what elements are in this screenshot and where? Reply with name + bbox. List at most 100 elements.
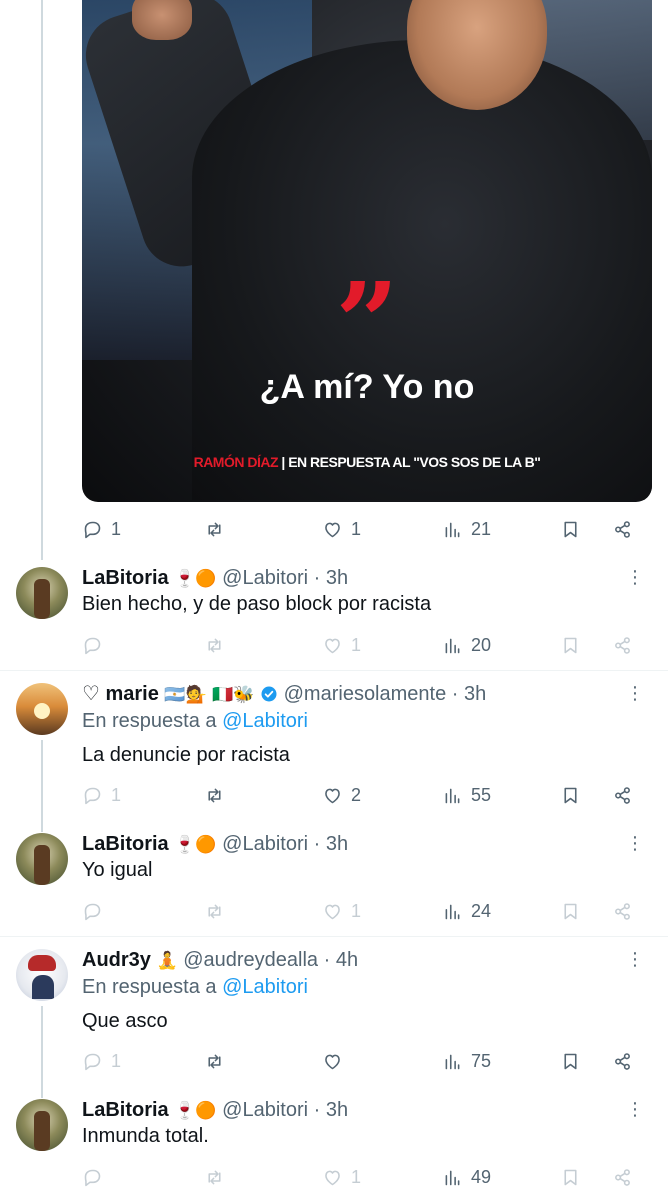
more-options-icon[interactable]: ⋮ [626, 949, 644, 969]
share-button[interactable] [612, 897, 633, 925]
tweet-time[interactable]: 3h [326, 1099, 348, 1121]
tweet-time[interactable]: 3h [326, 567, 348, 589]
display-name[interactable]: LaBitoria [82, 833, 169, 855]
reply-button[interactable] [82, 897, 111, 925]
replying-to: En respuesta a @Labitori [82, 710, 308, 733]
display-name[interactable]: LaBitoria [82, 1099, 169, 1121]
share-button[interactable] [612, 631, 633, 659]
views-button[interactable]: 24 [442, 897, 491, 925]
like-button[interactable]: 1 [322, 897, 361, 925]
heart-icon [325, 1054, 340, 1069]
avatar[interactable] [16, 949, 68, 1001]
views-icon [445, 788, 460, 803]
retweet-icon [208, 638, 221, 652]
tweet-time[interactable]: 3h [464, 683, 486, 705]
avatar-figure [34, 579, 50, 619]
share-icon [615, 636, 630, 654]
share-button[interactable] [612, 1163, 633, 1191]
reply-button[interactable] [82, 631, 111, 659]
more-options-icon[interactable]: ⋮ [626, 833, 644, 853]
share-button[interactable] [612, 781, 633, 809]
reply-button[interactable]: 1 [82, 1047, 121, 1075]
views-button[interactable]: 75 [442, 1047, 491, 1075]
retweet-button[interactable] [204, 515, 233, 543]
share-button[interactable] [612, 1047, 633, 1075]
name-emoji: 🧘 [156, 951, 178, 971]
replying-to-handle[interactable]: @Labitori [222, 976, 308, 998]
bookmark-button[interactable] [560, 631, 581, 659]
retweet-button[interactable] [204, 781, 233, 809]
tweet-actions: 1 2 55 [82, 781, 652, 809]
more-options-icon[interactable]: ⋮ [626, 683, 644, 703]
tweet-time[interactable]: 4h [336, 949, 358, 971]
views-count: 24 [471, 900, 492, 921]
separator-dot: · [308, 833, 326, 855]
reply-count: 1 [111, 1050, 122, 1071]
reply-button[interactable]: 1 [82, 515, 121, 543]
views-button[interactable]: 20 [442, 631, 491, 659]
avatar[interactable] [16, 833, 68, 885]
tweet-divider [0, 936, 668, 937]
like-button[interactable]: 1 [322, 515, 361, 543]
tweet-actions: 1 20 [82, 631, 652, 659]
views-button[interactable]: 49 [442, 1163, 491, 1191]
retweet-button[interactable] [204, 897, 233, 925]
user-handle[interactable]: @audreydealla [183, 949, 318, 971]
tweet-header: ♡ marie 🇦🇷💁 🇮🇹🐝 @mariesolamente · 3h [82, 681, 628, 707]
retweet-button[interactable] [204, 631, 233, 659]
views-button[interactable]: 55 [442, 781, 491, 809]
user-handle[interactable]: @mariesolamente [284, 683, 447, 705]
reply-count: 1 [111, 518, 122, 539]
separator-dot: · [308, 567, 326, 589]
avatar-sun [34, 703, 50, 719]
tweet-media-image[interactable]: ” ¿A mí? Yo no RAMÓN DÍAZ | EN RESPUESTA… [82, 0, 652, 502]
share-icon [615, 786, 630, 804]
retweet-icon [208, 1170, 221, 1184]
bookmark-icon [564, 1169, 577, 1185]
share-icon [615, 902, 630, 920]
tweet-text: Bien hecho, y de paso block por racista [82, 593, 432, 615]
user-handle[interactable]: @Labitori [222, 567, 308, 589]
display-name[interactable]: ♡ marie [82, 683, 159, 705]
avatar[interactable] [16, 1099, 68, 1151]
reply-button[interactable] [82, 1163, 111, 1191]
like-button[interactable]: 1 [322, 1163, 361, 1191]
more-options-icon[interactable]: ⋮ [626, 567, 644, 587]
retweet-icon [208, 904, 221, 918]
replying-to: En respuesta a @Labitori [82, 976, 308, 999]
display-name[interactable]: LaBitoria [82, 567, 169, 589]
display-name[interactable]: Audr3y [82, 949, 151, 971]
bookmark-button[interactable] [560, 897, 581, 925]
like-button[interactable]: 1 [322, 631, 361, 659]
bookmark-button[interactable] [560, 781, 581, 809]
tweet-header: LaBitoria 🍷🟠 @Labitori · 3h [82, 831, 628, 857]
views-count: 20 [471, 634, 492, 655]
media-caption-rest: | EN RESPUESTA AL "VOS SOS DE LA B" [278, 454, 541, 470]
user-handle[interactable]: @Labitori [222, 1099, 308, 1121]
user-handle[interactable]: @Labitori [222, 833, 308, 855]
like-button[interactable]: 2 [322, 781, 361, 809]
avatar[interactable] [16, 567, 68, 619]
views-count: 21 [471, 518, 492, 539]
reply-icon [84, 637, 101, 654]
views-button[interactable]: 21 [442, 515, 491, 543]
more-options-icon[interactable]: ⋮ [626, 1099, 644, 1119]
retweet-button[interactable] [204, 1047, 233, 1075]
bookmark-button[interactable] [560, 1047, 581, 1075]
avatar[interactable] [16, 683, 68, 735]
tweet-actions: 1 24 [82, 897, 652, 925]
views-count: 75 [471, 1050, 492, 1071]
tweet-actions: 1 75 [82, 1047, 652, 1075]
separator-dot: · [308, 1099, 326, 1121]
like-button[interactable] [322, 1047, 351, 1075]
tweet-time[interactable]: 3h [326, 833, 348, 855]
replying-to-handle[interactable]: @Labitori [222, 710, 308, 732]
views-icon [445, 1054, 460, 1069]
retweet-button[interactable] [204, 1163, 233, 1191]
reply-button[interactable]: 1 [82, 781, 121, 809]
bookmark-button[interactable] [560, 515, 581, 543]
bookmark-button[interactable] [560, 1163, 581, 1191]
like-count: 1 [351, 634, 362, 655]
share-button[interactable] [612, 515, 633, 543]
bookmark-icon [564, 1053, 577, 1069]
